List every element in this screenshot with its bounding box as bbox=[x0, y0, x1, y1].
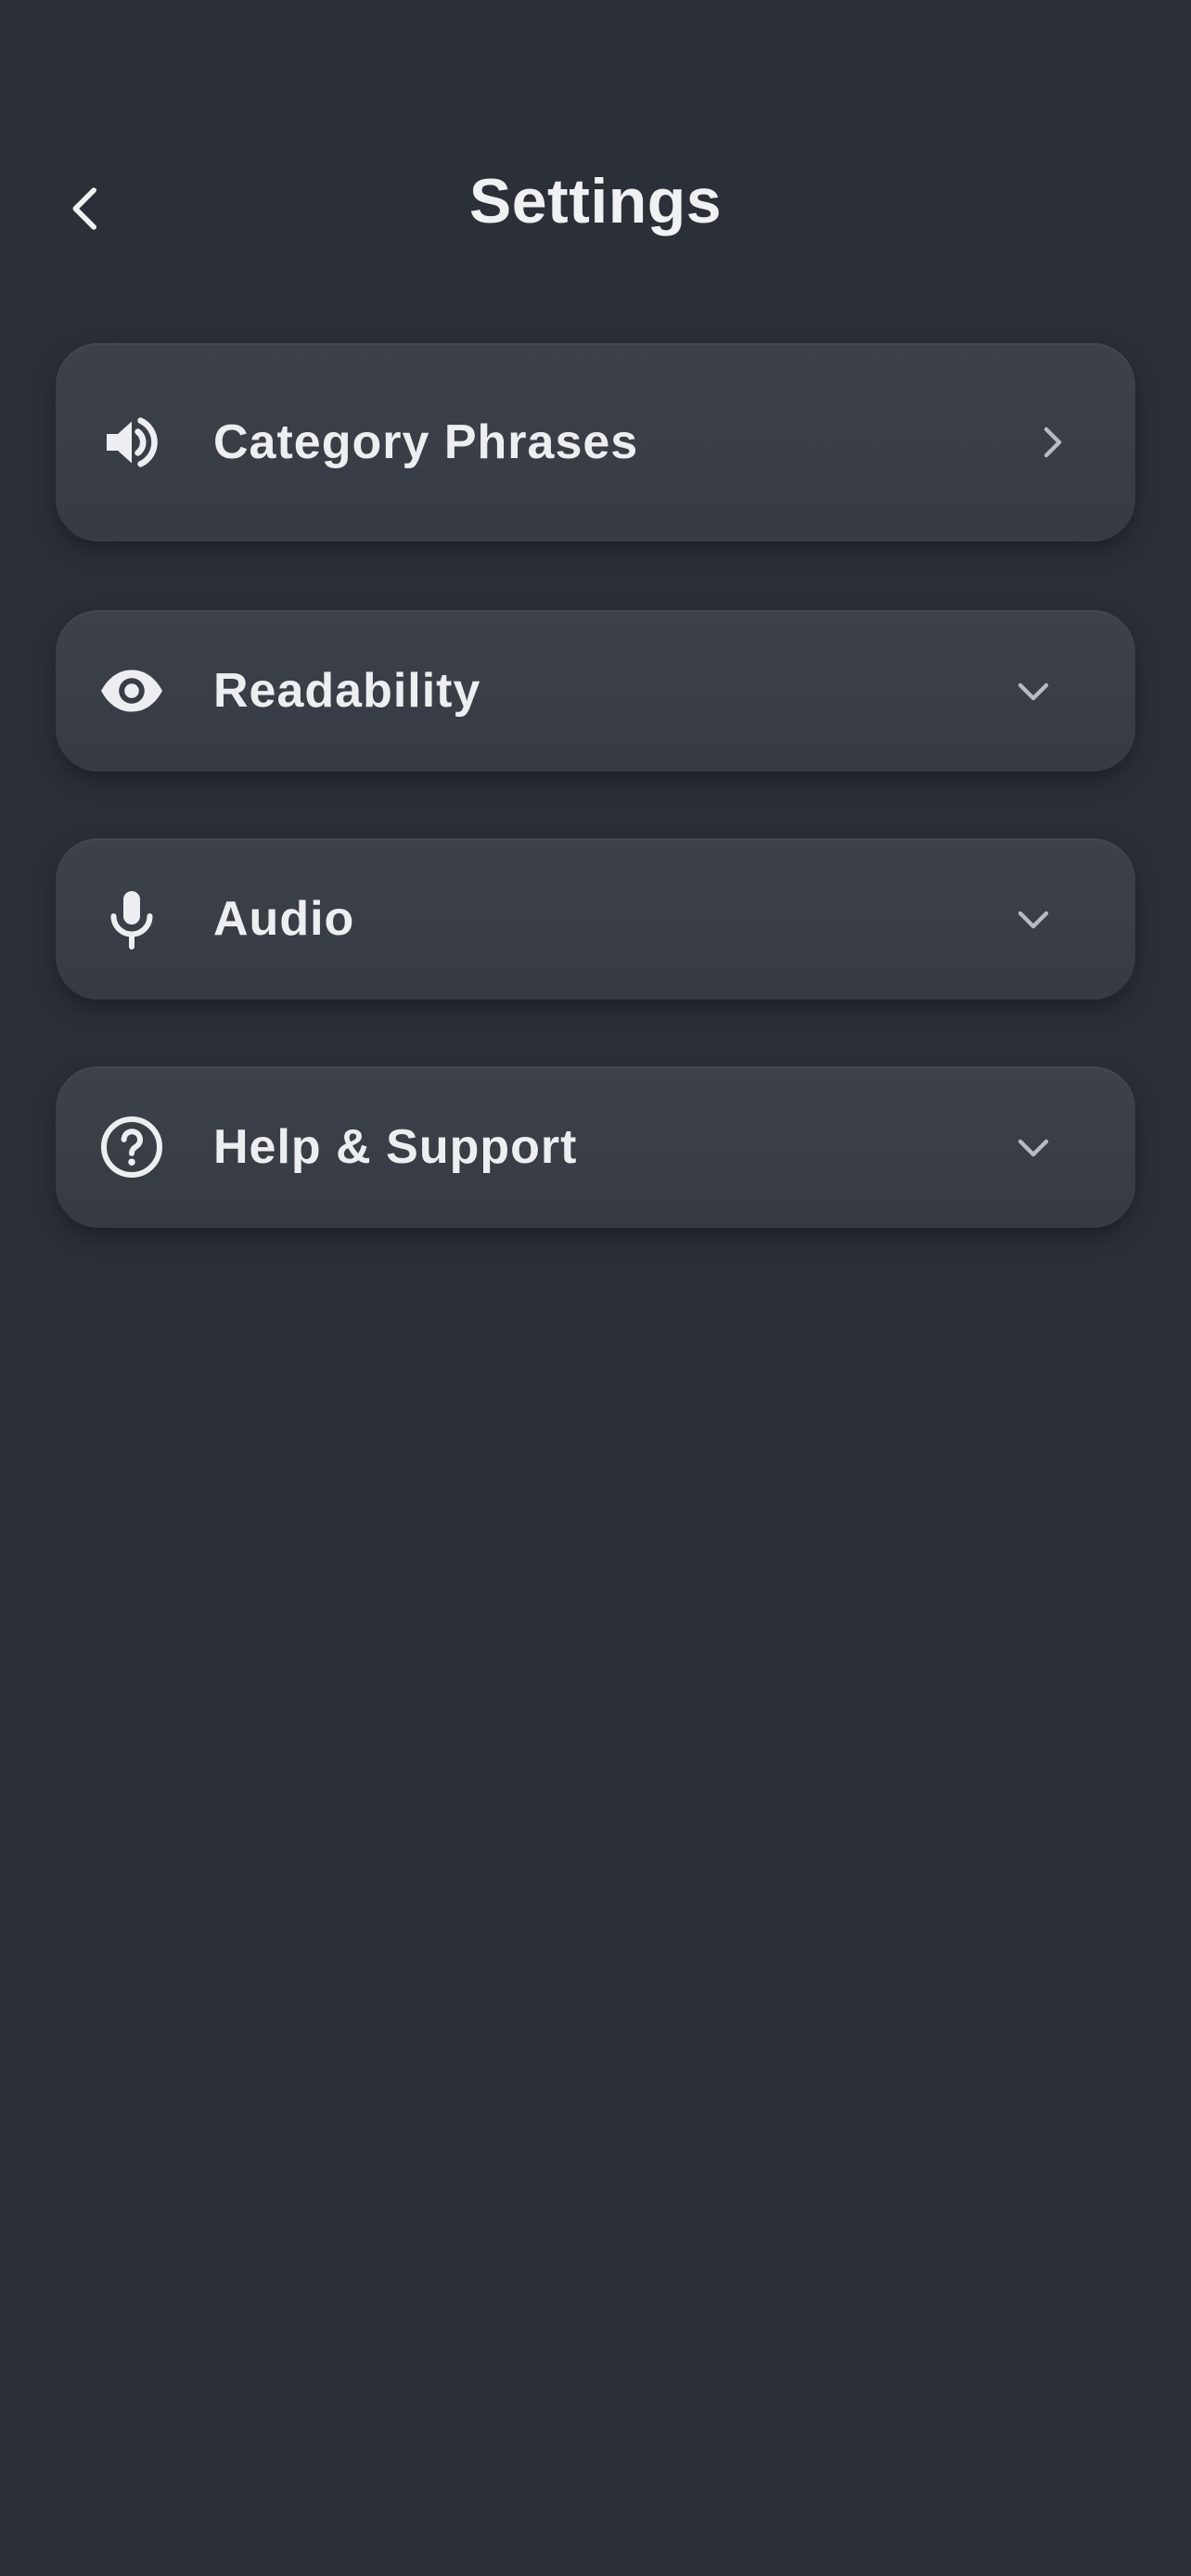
header: Settings bbox=[0, 139, 1191, 278]
settings-item-help-support[interactable]: Help & Support bbox=[56, 1066, 1135, 1228]
settings-item-label: Category Phrases bbox=[213, 415, 639, 469]
eye-icon bbox=[98, 657, 165, 724]
chevron-down-icon bbox=[1005, 1119, 1061, 1175]
settings-item-readability[interactable]: Readability bbox=[56, 610, 1135, 772]
settings-item-label: Audio bbox=[213, 892, 355, 946]
page-title: Settings bbox=[468, 166, 723, 236]
help-circle-icon bbox=[98, 1114, 165, 1180]
settings-list: Category Phrases Readability Audio Help … bbox=[56, 343, 1135, 1294]
chevron-down-icon bbox=[1005, 663, 1061, 719]
settings-item-audio[interactable]: Audio bbox=[56, 838, 1135, 1000]
speaker-icon bbox=[98, 409, 165, 476]
settings-item-category-phrases[interactable]: Category Phrases bbox=[56, 343, 1135, 542]
settings-item-label: Readability bbox=[213, 664, 481, 718]
settings-screen: Settings Category Phrases Readability Au… bbox=[0, 0, 1191, 2576]
chevron-down-icon bbox=[1005, 891, 1061, 947]
chevron-right-icon bbox=[1024, 414, 1080, 470]
microphone-icon bbox=[98, 886, 165, 952]
settings-item-label: Help & Support bbox=[213, 1120, 578, 1174]
